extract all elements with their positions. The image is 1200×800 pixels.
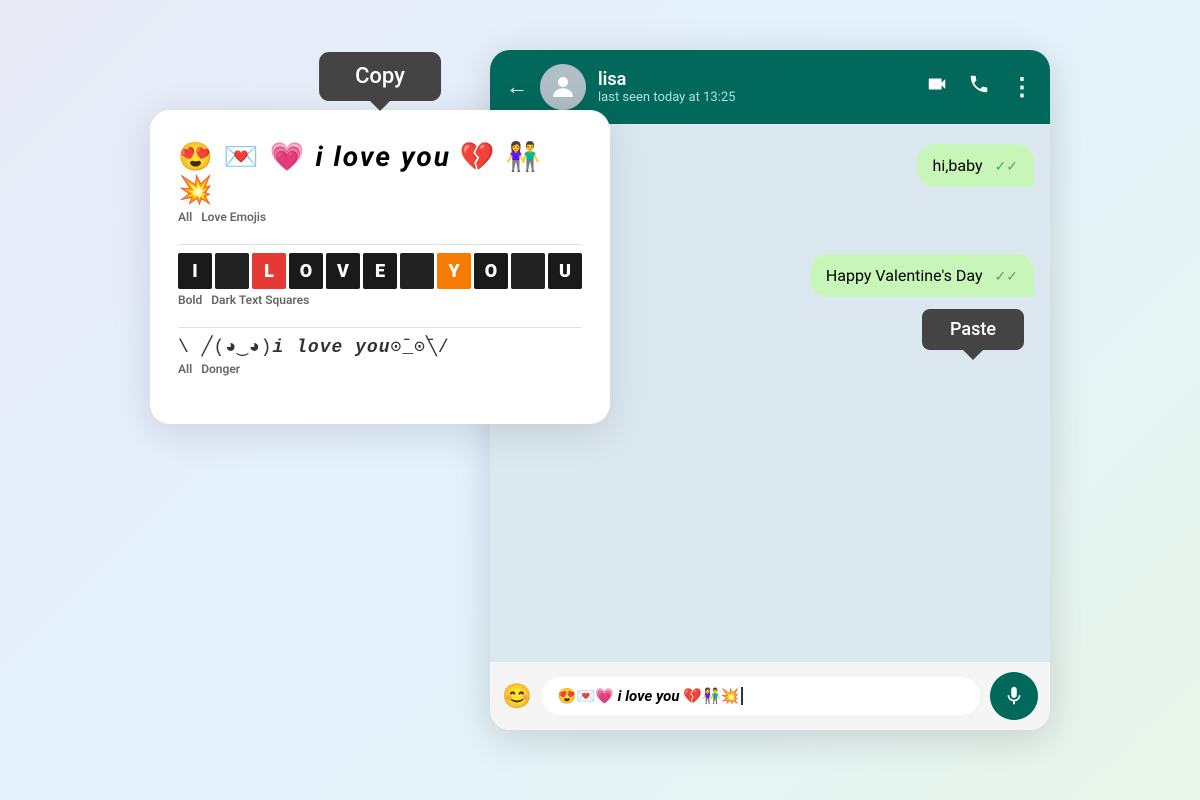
- contact-avatar: [540, 64, 586, 110]
- message-input[interactable]: 😍💌💗 i love you 💔👫💥: [542, 677, 980, 715]
- paste-label: Paste: [950, 319, 996, 340]
- contact-name: lisa: [598, 69, 914, 90]
- sq-U: U: [548, 253, 582, 289]
- sq-space2: [400, 253, 434, 289]
- chat-input-bar: 😊 😍💌💗 i love you 💔👫💥: [490, 662, 1050, 730]
- phone-call-icon[interactable]: [968, 73, 990, 101]
- voice-message-button[interactable]: [990, 672, 1038, 720]
- divider2: [178, 327, 582, 328]
- emoji-button[interactable]: 😊: [502, 682, 532, 710]
- message-text: Happy Valentine's Day: [826, 266, 983, 285]
- sq-O: O: [289, 253, 323, 289]
- divider1: [178, 244, 582, 245]
- read-receipts: ✓✓: [995, 159, 1018, 175]
- sq-O2: O: [474, 253, 508, 289]
- sq-V: V: [326, 253, 360, 289]
- contact-status: last seen today at 13:25: [598, 90, 914, 105]
- emoji-text-row[interactable]: 😍 💌 💗 i love you 💔 👫 💥: [178, 140, 582, 206]
- paste-tooltip[interactable]: Paste: [922, 309, 1024, 350]
- message-text: hi,baby: [933, 156, 983, 175]
- row2-labels: Bold Dark Text Squares: [178, 293, 582, 307]
- chat-action-icons: ⋮: [926, 73, 1034, 101]
- read-receipts-2: ✓✓: [995, 269, 1018, 285]
- chat-info: lisa last seen today at 13:25: [598, 69, 914, 105]
- sq-I: I: [178, 253, 212, 289]
- copy-tooltip-label: Copy: [355, 64, 405, 89]
- back-button[interactable]: ←: [506, 74, 528, 100]
- sq-space3: [511, 253, 545, 289]
- copy-card: Copy 😍 💌 💗 i love you 💔 👫 💥 All Love Emo…: [150, 110, 610, 424]
- more-options-icon[interactable]: ⋮: [1010, 73, 1034, 101]
- sq-space: [215, 253, 249, 289]
- sq-Y: Y: [437, 253, 471, 289]
- message-bubble-sent-1: hi,baby ✓✓: [917, 144, 1034, 187]
- donger-row[interactable]: \ ╱(◕‿◕)i love you⊙̄_⊙̄╲/: [178, 336, 582, 358]
- message-bubble-sent-2: Happy Valentine's Day ✓✓: [810, 254, 1034, 297]
- video-call-icon[interactable]: [926, 73, 948, 101]
- bold-squares-row[interactable]: I L O V E Y O U: [178, 253, 582, 289]
- row3-labels: All Donger: [178, 362, 582, 376]
- sq-E: E: [363, 253, 397, 289]
- row1-labels: All Love Emojis: [178, 210, 582, 224]
- copy-tooltip[interactable]: Copy: [319, 52, 441, 101]
- sq-L: L: [252, 253, 286, 289]
